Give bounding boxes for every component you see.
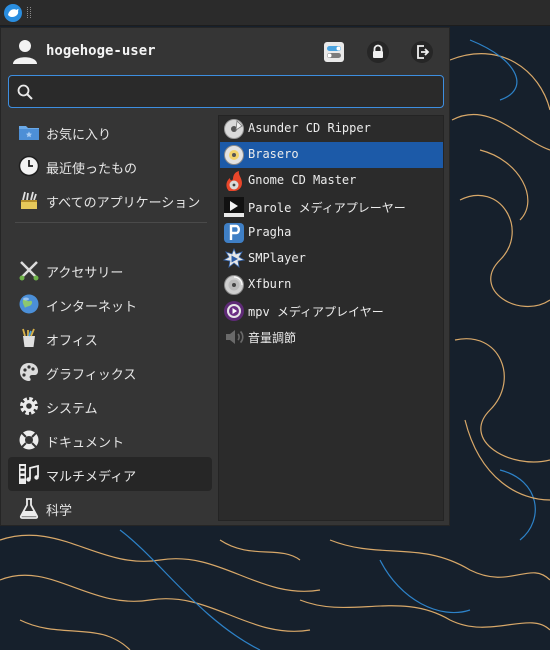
category-graphics[interactable]: グラフィックス: [8, 355, 212, 389]
brasero-icon: [224, 145, 244, 165]
app-label: SMPlayer: [248, 251, 306, 265]
app-label: Parole メディアプレーヤー: [248, 201, 406, 215]
category-label: アクセサリー: [46, 266, 124, 281]
category-label: すべてのアプリケーション: [46, 196, 201, 211]
app-item-smplayer[interactable]: SMPlayer: [220, 246, 443, 272]
category-label: ドキュメント: [46, 436, 125, 451]
app-item-volume-control[interactable]: 音量調節: [220, 324, 443, 350]
category-recent[interactable]: 最近使ったもの: [8, 149, 212, 183]
category-development[interactable]: 開発: [8, 525, 212, 527]
palette-icon: [20, 363, 38, 381]
app-item-brasero[interactable]: Brasero: [220, 142, 443, 168]
category-multimedia[interactable]: マルチメディア: [8, 457, 212, 491]
folder-favorites-icon: [19, 126, 39, 140]
app-item-asunder[interactable]: Asunder CD Ripper: [220, 116, 443, 142]
category-documents[interactable]: ドキュメント: [8, 423, 212, 457]
category-label: システム: [46, 402, 98, 417]
gear-icon: [20, 397, 38, 415]
search-input[interactable]: [39, 80, 437, 104]
app-label: Pragha: [248, 225, 292, 239]
logout-button[interactable]: [410, 40, 434, 64]
app-label: Brasero: [248, 147, 299, 161]
globe-icon: [19, 294, 39, 314]
category-label: 最近使ったもの: [46, 162, 138, 177]
clock-icon: [18, 155, 40, 177]
category-separator: [15, 222, 207, 223]
gnome-cd-master-icon: [226, 171, 242, 191]
category-label: インターネット: [46, 300, 138, 315]
settings-button[interactable]: [322, 40, 346, 64]
flask-icon: [19, 498, 39, 519]
accessories-icon: [19, 261, 39, 281]
multimedia-icon: [19, 464, 39, 484]
lock-icon: [367, 41, 389, 63]
asunder-icon: [224, 119, 244, 139]
category-office[interactable]: オフィス: [8, 321, 212, 355]
app-label: mpv メディアプレイヤー: [248, 305, 384, 319]
office-icon: [22, 328, 35, 347]
settings-toggle-icon: [324, 42, 344, 62]
lifebuoy-icon: [19, 430, 39, 450]
search-icon: [17, 84, 33, 100]
app-label: Xfburn: [248, 277, 292, 291]
category-system[interactable]: システム: [8, 389, 212, 423]
category-list: お気に入り 最近使ったもの すべてのアプリケーション アクセサリー インターネッ…: [1, 115, 215, 527]
category-label: 科学: [46, 504, 73, 519]
username-label: hogehoge-user: [46, 43, 156, 59]
app-item-mpv[interactable]: mpv メディアプレイヤー: [220, 298, 443, 324]
category-science[interactable]: 科学: [8, 491, 212, 525]
category-internet[interactable]: インターネット: [8, 287, 212, 321]
app-item-xfburn[interactable]: Xfburn: [220, 272, 443, 298]
panel-handle-icon[interactable]: [27, 7, 31, 18]
parole-icon: [224, 197, 244, 217]
all-applications-icon: [21, 191, 37, 209]
app-item-gnome-cd-master[interactable]: Gnome CD Master: [220, 168, 443, 194]
search-box[interactable]: [8, 75, 444, 108]
user-avatar-icon: [13, 40, 37, 64]
lock-screen-button[interactable]: [366, 40, 390, 64]
xfce-logo-icon[interactable]: [4, 4, 22, 22]
app-item-pragha[interactable]: Pragha: [220, 220, 443, 246]
app-label: Gnome CD Master: [248, 173, 357, 187]
app-item-parole[interactable]: Parole メディアプレーヤー: [220, 194, 443, 220]
category-label: オフィス: [46, 334, 98, 349]
application-menu: hogehoge-user お気に入り 最近使ったもの すべてのアプリケーション…: [0, 27, 450, 526]
application-list: Asunder CD Ripper Brasero Gnome CD Maste…: [218, 115, 444, 521]
logout-icon: [411, 41, 433, 63]
app-label: 音量調節: [248, 331, 297, 345]
pragha-icon: [224, 223, 244, 243]
top-panel: [0, 0, 550, 26]
category-label: グラフィックス: [46, 368, 137, 383]
volume-icon: [226, 330, 244, 344]
mpv-icon: [224, 301, 244, 321]
app-label: Asunder CD Ripper: [248, 121, 371, 135]
category-label: マルチメディア: [46, 470, 137, 485]
smplayer-icon: [223, 248, 245, 268]
xfburn-icon: [224, 275, 244, 295]
user-row: hogehoge-user: [1, 28, 451, 74]
category-favorites[interactable]: お気に入り: [8, 115, 212, 149]
category-accessories[interactable]: アクセサリー: [8, 253, 212, 287]
category-all-applications[interactable]: すべてのアプリケーション: [8, 183, 212, 217]
category-label: お気に入り: [46, 128, 112, 143]
